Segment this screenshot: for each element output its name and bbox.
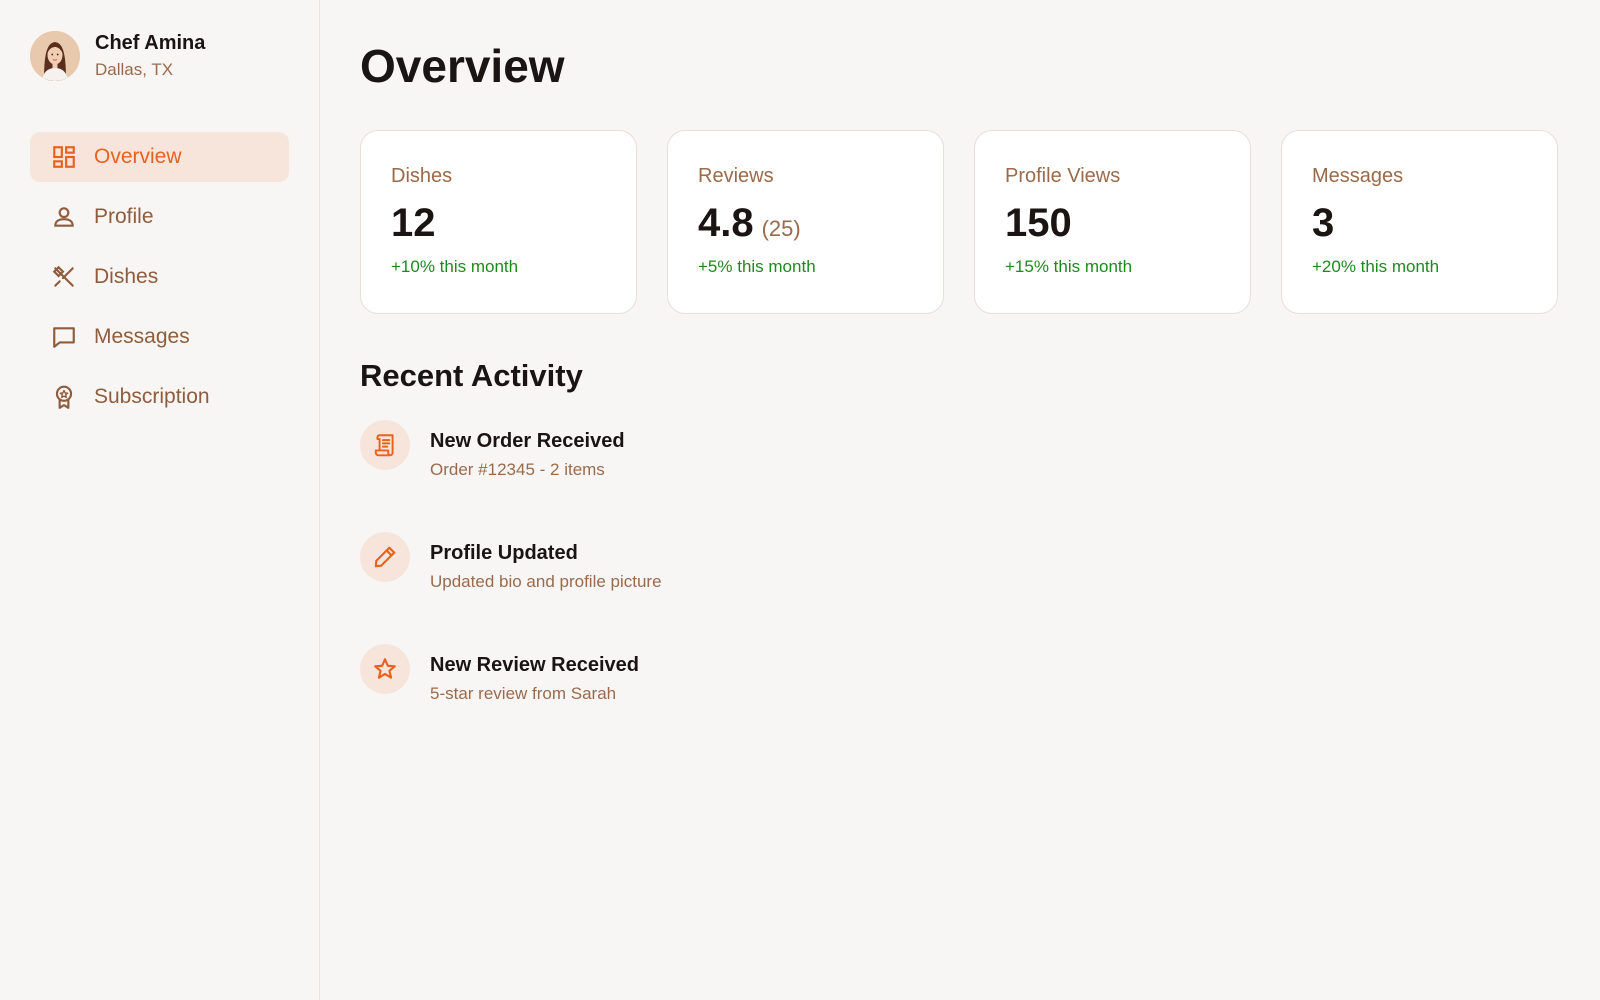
activity-text: Profile Updated Updated bio and profile … [430, 532, 662, 594]
receipt-icon [360, 420, 410, 470]
activity-title: New Order Received [430, 430, 625, 452]
stat-change: +5% this month [698, 257, 816, 276]
stat-value-row: 3 [1312, 199, 1527, 247]
sidebar-item-profile[interactable]: Profile [30, 192, 289, 242]
dashboard-icon [50, 143, 78, 171]
sidebar: Chef Amina Dallas, TX Overview Profile D… [0, 0, 320, 1000]
app-root: Chef Amina Dallas, TX Overview Profile D… [0, 0, 1600, 1000]
sidebar-item-label: Profile [94, 205, 154, 228]
chat-icon [50, 323, 78, 351]
stat-label: Reviews [698, 165, 774, 187]
activity-item-new-review[interactable]: New Review Received 5-star review from S… [360, 644, 1560, 706]
page-title: Overview [360, 40, 565, 92]
stat-label: Dishes [391, 165, 453, 187]
activity-description: Order #12345 - 2 items [430, 460, 605, 479]
sidebar-item-messages[interactable]: Messages [30, 312, 289, 362]
review-count: (25) [761, 216, 801, 241]
person-icon [50, 203, 78, 231]
stat-card-reviews[interactable]: Reviews 4.8 (25) +5% this month [667, 130, 944, 314]
activity-description: Updated bio and profile picture [430, 572, 662, 591]
stat-value-row: 12 [391, 199, 606, 247]
utensils-icon [50, 263, 78, 291]
user-info: Chef Amina Dallas, TX [95, 30, 205, 82]
activity-item-new-order[interactable]: New Order Received Order #12345 - 2 item… [360, 420, 1560, 482]
pencil-icon [360, 532, 410, 582]
sidebar-item-label: Subscription [94, 385, 210, 408]
stat-value: 12 [391, 201, 436, 245]
activity-title: New Review Received [430, 654, 639, 676]
activity-title: Profile Updated [430, 542, 578, 564]
stat-label: Messages [1312, 165, 1404, 187]
stat-card-profile-views[interactable]: Profile Views 150 +15% this month [974, 130, 1251, 314]
stat-card-messages[interactable]: Messages 3 +20% this month [1281, 130, 1558, 314]
stat-value: 150 [1005, 201, 1072, 245]
stat-card-dishes[interactable]: Dishes 12 +10% this month [360, 130, 637, 314]
activity-list: New Order Received Order #12345 - 2 item… [360, 420, 1560, 706]
activity-item-profile-updated[interactable]: Profile Updated Updated bio and profile … [360, 532, 1560, 594]
sidebar-item-label: Messages [94, 325, 190, 348]
stat-change: +10% this month [391, 257, 519, 276]
sidebar-item-label: Overview [94, 145, 182, 168]
sidebar-item-subscription[interactable]: Subscription [30, 372, 289, 422]
stat-value-row: 150 [1005, 199, 1220, 247]
stat-value-row: 4.8 (25) [698, 199, 913, 247]
activity-text: New Review Received 5-star review from S… [430, 644, 639, 706]
sidebar-nav: Overview Profile Dishes Messages Subscri… [30, 132, 289, 422]
stat-change: +15% this month [1005, 257, 1133, 276]
avatar [30, 31, 80, 81]
user-location: Dallas, TX [95, 60, 174, 79]
stat-label: Profile Views [1005, 165, 1121, 187]
main-content: Overview Dishes 12 +10% this month Revie… [320, 0, 1600, 1000]
sidebar-item-overview[interactable]: Overview [30, 132, 289, 182]
badge-icon [50, 383, 78, 411]
stats-row: Dishes 12 +10% this month Reviews 4.8 (2… [360, 130, 1560, 314]
user-name: Chef Amina [95, 32, 206, 54]
activity-description: 5-star review from Sarah [430, 684, 617, 703]
star-icon [360, 644, 410, 694]
recent-activity-title: Recent Activity [360, 358, 583, 393]
sidebar-item-label: Dishes [94, 265, 159, 288]
stat-value: 4.8 [698, 201, 754, 245]
user-profile-header[interactable]: Chef Amina Dallas, TX [30, 30, 289, 82]
stat-value: 3 [1312, 201, 1335, 245]
stat-change: +20% this month [1312, 257, 1440, 276]
sidebar-item-dishes[interactable]: Dishes [30, 252, 289, 302]
activity-text: New Order Received Order #12345 - 2 item… [430, 420, 625, 482]
